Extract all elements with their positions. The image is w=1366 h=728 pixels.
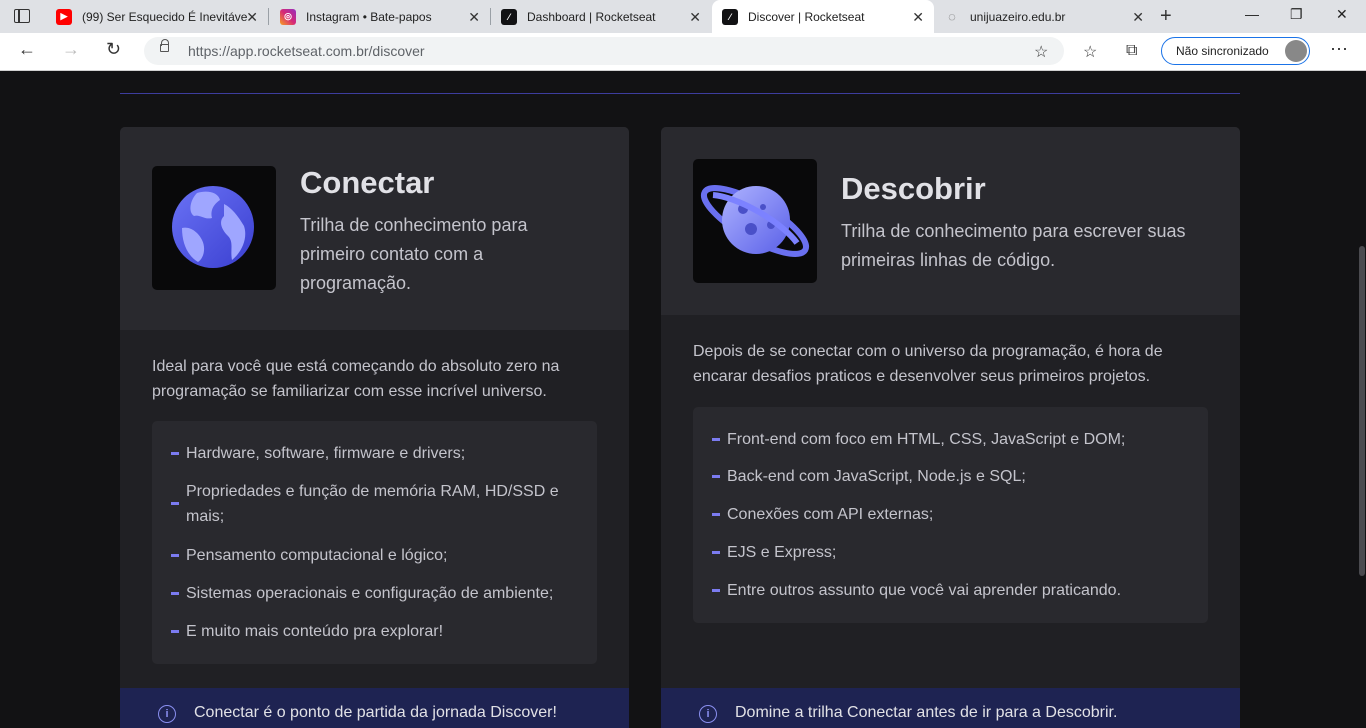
card-title: Conectar <box>300 165 435 200</box>
tab-youtube[interactable]: ▶ (99) Ser Esquecido É Inevitáve ✕ <box>46 0 268 33</box>
track-card-descobrir: Descobrir Trilha de conhecimento para es… <box>661 127 1240 728</box>
lock-icon <box>160 39 169 52</box>
close-tab-icon[interactable]: ✕ <box>689 9 701 26</box>
restore-button[interactable]: ❐ <box>1290 6 1303 23</box>
list-item: Sistemas operacionais e configuração de … <box>171 581 576 606</box>
globe-icon <box>152 166 276 290</box>
instagram-icon: ◎ <box>280 8 296 25</box>
favorites-icon[interactable]: ☆ <box>1083 42 1097 62</box>
card-footer-note: i Domine a trilha Conectar antes de ir p… <box>661 688 1240 728</box>
url-text: https://app.rocketseat.com.br/discover <box>188 43 425 59</box>
list-item: Conexões com API externas; <box>712 502 1187 527</box>
loading-icon: ◌ <box>948 9 956 24</box>
more-menu-icon[interactable]: ⋯ <box>1330 39 1348 60</box>
card-title: Descobrir <box>841 171 986 206</box>
list-item: Pensamento computacional e lógico; <box>171 543 576 568</box>
youtube-icon: ▶ <box>56 8 72 25</box>
tab-unijuazeiro[interactable]: ◌ unijuazeiro.edu.br ✕ <box>934 0 1154 33</box>
forward-button[interactable]: → <box>62 39 80 60</box>
list-item: Propriedades e função de memória RAM, HD… <box>171 479 576 529</box>
close-window-button[interactable]: ✕ <box>1336 6 1348 23</box>
favorite-add-icon[interactable]: ☆ <box>1034 42 1048 62</box>
close-tab-icon[interactable]: ✕ <box>468 9 480 26</box>
tab-discover[interactable]: ⁄ Discover | Rocketseat ✕ <box>712 0 934 33</box>
info-icon: i <box>699 705 717 723</box>
info-icon: i <box>158 705 176 723</box>
topic-list: Hardware, software, firmware e drivers; … <box>152 421 597 664</box>
list-item: Back-end com JavaScript, Node.js e SQL; <box>712 464 1187 489</box>
close-tab-icon[interactable]: ✕ <box>1132 9 1144 26</box>
tab-actions-icon[interactable] <box>14 9 30 23</box>
card-subtitle: Trilha de conhecimento para escrever sua… <box>841 221 1186 270</box>
planet-icon <box>693 159 817 283</box>
rocketseat-icon: ⁄ <box>722 8 738 25</box>
topic-list: Front-end com foco em HTML, CSS, JavaScr… <box>693 407 1208 623</box>
sync-button[interactable]: Não sincronizado <box>1161 37 1310 65</box>
card-subtitle: Trilha de conhecimento para primeiro con… <box>300 215 528 293</box>
card-footer-note: i Conectar é o ponto de partida da jorna… <box>120 688 629 728</box>
browser-tab-bar: ▶ (99) Ser Esquecido É Inevitáve ✕ ◎ Ins… <box>0 0 1366 33</box>
list-item: EJS e Express; <box>712 540 1187 565</box>
card-header: Descobrir Trilha de conhecimento para es… <box>661 127 1240 315</box>
collections-icon[interactable]: ⧉ <box>1126 42 1137 60</box>
list-item: E muito mais conteúdo pra explorar! <box>171 619 576 644</box>
close-tab-icon[interactable]: ✕ <box>246 9 258 26</box>
tab-dashboard[interactable]: ⁄ Dashboard | Rocketseat ✕ <box>491 0 711 33</box>
list-item: Front-end com foco em HTML, CSS, JavaScr… <box>712 427 1187 452</box>
list-item: Entre outros assunto que você vai aprend… <box>712 578 1187 603</box>
list-item: Hardware, software, firmware e drivers; <box>171 441 576 466</box>
browser-toolbar: ← → ↻ https://app.rocketseat.com.br/disc… <box>0 33 1366 71</box>
card-description: Ideal para você que está começando do ab… <box>152 358 560 400</box>
avatar <box>1285 40 1307 62</box>
new-tab-button[interactable]: + <box>1160 5 1172 28</box>
tab-instagram[interactable]: ◎ Instagram • Bate-papos ✕ <box>270 0 490 33</box>
address-bar[interactable]: https://app.rocketseat.com.br/discover ☆ <box>144 37 1064 65</box>
close-tab-icon[interactable]: ✕ <box>912 9 924 26</box>
divider <box>120 93 1240 94</box>
page-content: Conectar Trilha de conhecimento para pri… <box>0 71 1366 728</box>
minimize-button[interactable]: — <box>1245 6 1259 22</box>
scrollbar-thumb[interactable] <box>1359 246 1365 576</box>
back-button[interactable]: ← <box>18 39 36 60</box>
track-card-conectar: Conectar Trilha de conhecimento para pri… <box>120 127 629 728</box>
rocketseat-icon: ⁄ <box>501 8 517 25</box>
card-description: Depois de se conectar com o universo da … <box>693 343 1163 385</box>
reload-button[interactable]: ↻ <box>106 39 121 60</box>
card-header: Conectar Trilha de conhecimento para pri… <box>120 127 629 330</box>
